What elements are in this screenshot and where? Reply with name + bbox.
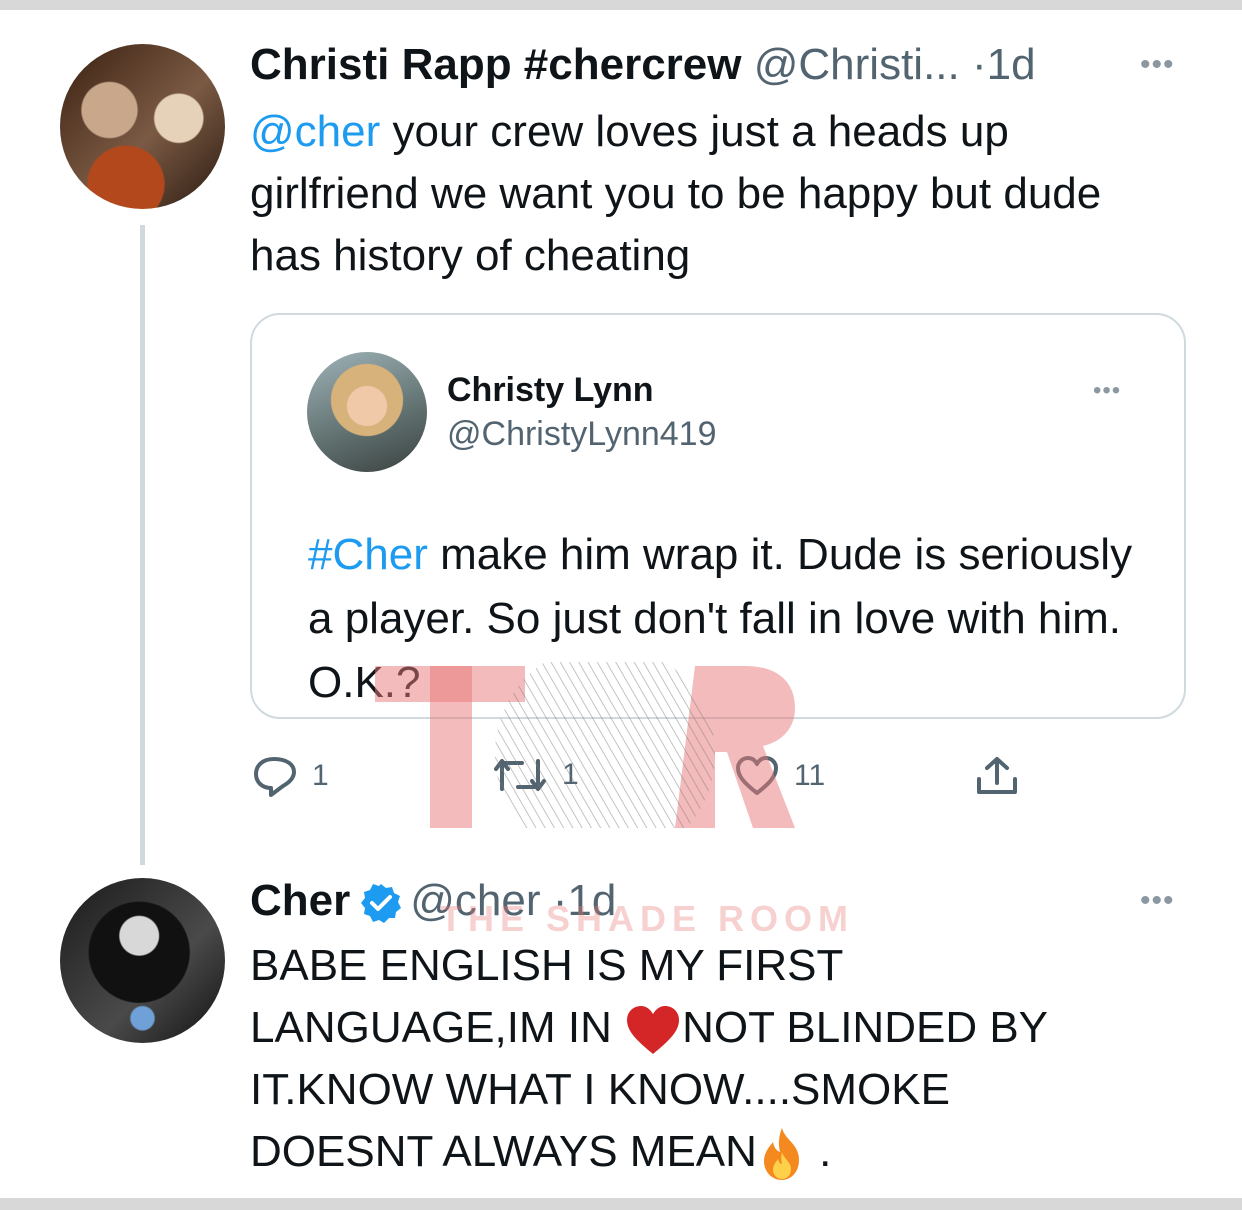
reply-icon (254, 757, 296, 797)
quoted-body: make him wrap it. Dude is seriously a pl… (308, 530, 1133, 707)
retweet-count: 1 (562, 758, 579, 791)
avatar-cher[interactable] (60, 878, 225, 1043)
tweet2-line2b: NOT BLINDED BY (682, 1003, 1049, 1052)
bottom-border (0, 1198, 1242, 1210)
tweet1-author-handle[interactable]: @Christi... (754, 40, 960, 89)
tweet2-author-name[interactable]: Cher (250, 876, 350, 925)
more-icon[interactable]: ••• (1140, 50, 1175, 80)
tweet2-line2a: LANGUAGE,IM IN (250, 1003, 625, 1052)
quoted-author-name[interactable]: Christy Lynn (447, 370, 654, 410)
retweet-button[interactable]: 1 (492, 755, 579, 795)
like-button[interactable]: 11 (734, 755, 825, 797)
mention-link[interactable]: @cher (250, 107, 380, 156)
like-count: 11 (794, 759, 826, 792)
top-border (0, 0, 1242, 10)
retweet-icon (494, 759, 546, 791)
tweet2-more-icon[interactable]: ••• (1140, 886, 1175, 916)
hashtag-link[interactable]: #Cher (308, 530, 428, 579)
heart-icon (736, 756, 778, 795)
tweet2-line4b: . (806, 1127, 832, 1176)
tweet2-line2: LANGUAGE,IM IN NOT BLINDED BY (250, 997, 1210, 1059)
tweet1-separator: · (971, 40, 987, 89)
watermark-text: THE SHADE ROOM (440, 898, 855, 939)
avatar-christy-lynn[interactable] (307, 352, 427, 472)
tweet2-line4: DOESNT ALWAYS MEAN . (250, 1121, 1210, 1183)
tweet2-line4a: DOESNT ALWAYS MEAN (250, 1127, 757, 1176)
avatar-christi-rapp[interactable] (60, 44, 225, 209)
share-icon (977, 757, 1017, 794)
tweet1-header: Christi Rapp #chercrew @Christi... ·1d (250, 40, 1036, 90)
reply-count: 1 (312, 759, 329, 792)
tweet1-text: @cher your crew loves just a heads up gi… (250, 101, 1150, 287)
reply-button[interactable]: 1 (252, 755, 329, 797)
tweet1-time[interactable]: 1d (987, 40, 1036, 89)
tweet2-line1: BABE ENGLISH IS MY FIRST (250, 941, 844, 990)
quoted-author-handle[interactable]: @ChristyLynn419 (447, 414, 717, 454)
quoted-tweet-text: #Cher make him wrap it. Dude is seriousl… (308, 523, 1148, 715)
thread-line (140, 225, 145, 865)
verified-badge-icon (361, 884, 402, 924)
fire-icon (763, 1128, 799, 1181)
tweet2-line3: IT.KNOW WHAT I KNOW....SMOKE (250, 1065, 950, 1114)
share-button[interactable] (974, 755, 1020, 797)
quoted-more-icon[interactable]: ••• (1093, 376, 1121, 406)
tweet1-author-name[interactable]: Christi Rapp #chercrew (250, 40, 742, 89)
red-heart-icon (627, 1006, 680, 1055)
tweet2-text: BABE ENGLISH IS MY FIRST LANGUAGE,IM IN … (250, 935, 1210, 1183)
